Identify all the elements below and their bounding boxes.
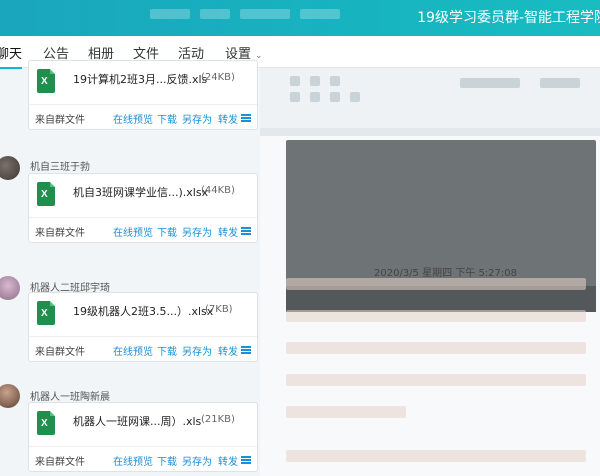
file-card-footer: 来自群文件 在线预览 下载 另存为 转发	[29, 217, 257, 242]
sender-name: 机自三班于勃	[30, 162, 90, 173]
file-name[interactable]: 机器人一班网课...周）.xls	[73, 413, 201, 429]
ghost-text-line	[286, 450, 586, 462]
tab-chat[interactable]: 聊天	[0, 43, 23, 69]
file-name[interactable]: 机自3班网课学业信...).xlsx	[73, 184, 208, 200]
file-card-body[interactable]: X 机器人一班网课...周）.xls (21KB)	[29, 403, 257, 448]
file-source-label: 来自群文件	[35, 115, 85, 126]
forward-link[interactable]: 转发	[218, 111, 238, 126]
excel-file-icon: X	[37, 182, 55, 206]
file-message-card[interactable]: X 机自3班网课学业信...).xlsx (44KB) 来自群文件 在线预览 下…	[28, 173, 258, 243]
download-link[interactable]: 下载	[157, 343, 177, 358]
file-source-label: 来自群文件	[35, 347, 85, 358]
file-card-body[interactable]: X 机自3班网课学业信...).xlsx (44KB)	[29, 174, 257, 219]
file-message-card[interactable]: X 机器人一班网课...周）.xls (21KB) 来自群文件 在线预览 下载 …	[28, 402, 258, 472]
ghost-text-line	[286, 278, 586, 290]
title-bar: 19级学习委员群-智能工程学院	[0, 0, 600, 36]
avatar[interactable]	[0, 276, 20, 300]
download-link[interactable]: 下载	[157, 224, 177, 239]
file-name[interactable]: 19计算机2班3月...反馈.xls	[73, 71, 207, 87]
save-as-link[interactable]: 另存为	[182, 343, 212, 358]
menu-icon[interactable]	[241, 227, 251, 235]
preview-online-link[interactable]: 在线预览	[113, 453, 153, 468]
forward-link[interactable]: 转发	[218, 224, 238, 239]
file-card-footer: 来自群文件 在线预览 下载 另存为 转发	[29, 336, 257, 361]
menu-icon[interactable]	[241, 346, 251, 354]
excel-file-icon: X	[37, 69, 55, 93]
preview-online-link[interactable]: 在线预览	[113, 111, 153, 126]
preview-online-link[interactable]: 在线预览	[113, 224, 153, 239]
sender-name: 机器人一班陶新晨	[30, 392, 110, 403]
menu-icon[interactable]	[241, 456, 251, 464]
download-link[interactable]: 下载	[157, 111, 177, 126]
excel-file-icon: X	[37, 301, 55, 325]
file-size: (7KB)	[205, 304, 233, 315]
file-name[interactable]: 19级机器人2班3.5...）.xlsx	[73, 303, 213, 319]
file-size: (24KB)	[201, 72, 235, 83]
file-size: (44KB)	[201, 185, 235, 196]
ghost-ruler	[260, 128, 600, 136]
file-card-body[interactable]: X 19级机器人2班3.5...）.xlsx (7KB)	[29, 293, 257, 338]
excel-file-icon: X	[37, 411, 55, 435]
preview-online-link[interactable]: 在线预览	[113, 343, 153, 358]
menu-icon[interactable]	[241, 114, 251, 122]
ghost-text-line	[286, 374, 586, 386]
ghost-text-line	[286, 342, 586, 354]
window-title: 19级学习委员群-智能工程学院	[417, 10, 600, 26]
file-card-body[interactable]: X 19计算机2班3月...反馈.xls (24KB)	[29, 61, 257, 106]
file-message-card[interactable]: X 19计算机2班3月...反馈.xls (24KB) 来自群文件 在线预览 下…	[28, 60, 258, 130]
file-size: (21KB)	[201, 414, 235, 425]
file-message-card[interactable]: X 19级机器人2班3.5...）.xlsx (7KB) 来自群文件 在线预览 …	[28, 292, 258, 362]
title-bar-ghost-toolbar	[150, 4, 400, 24]
save-as-link[interactable]: 另存为	[182, 111, 212, 126]
save-as-link[interactable]: 另存为	[182, 453, 212, 468]
message-timestamp: 2020/3/5 星期四 下午 5:27:08	[374, 268, 517, 279]
forward-link[interactable]: 转发	[218, 453, 238, 468]
file-source-label: 来自群文件	[35, 228, 85, 239]
forward-link[interactable]: 转发	[218, 343, 238, 358]
ghost-text-line	[286, 406, 406, 418]
file-card-footer: 来自群文件 在线预览 下载 另存为 转发	[29, 446, 257, 471]
avatar[interactable]	[0, 156, 20, 180]
save-as-link[interactable]: 另存为	[182, 224, 212, 239]
ghost-text-line	[286, 310, 586, 322]
avatar[interactable]	[0, 384, 20, 408]
file-source-label: 来自群文件	[35, 457, 85, 468]
download-link[interactable]: 下载	[157, 453, 177, 468]
ghost-toolbar	[260, 68, 600, 128]
file-card-footer: 来自群文件 在线预览 下载 另存为 转发	[29, 104, 257, 129]
